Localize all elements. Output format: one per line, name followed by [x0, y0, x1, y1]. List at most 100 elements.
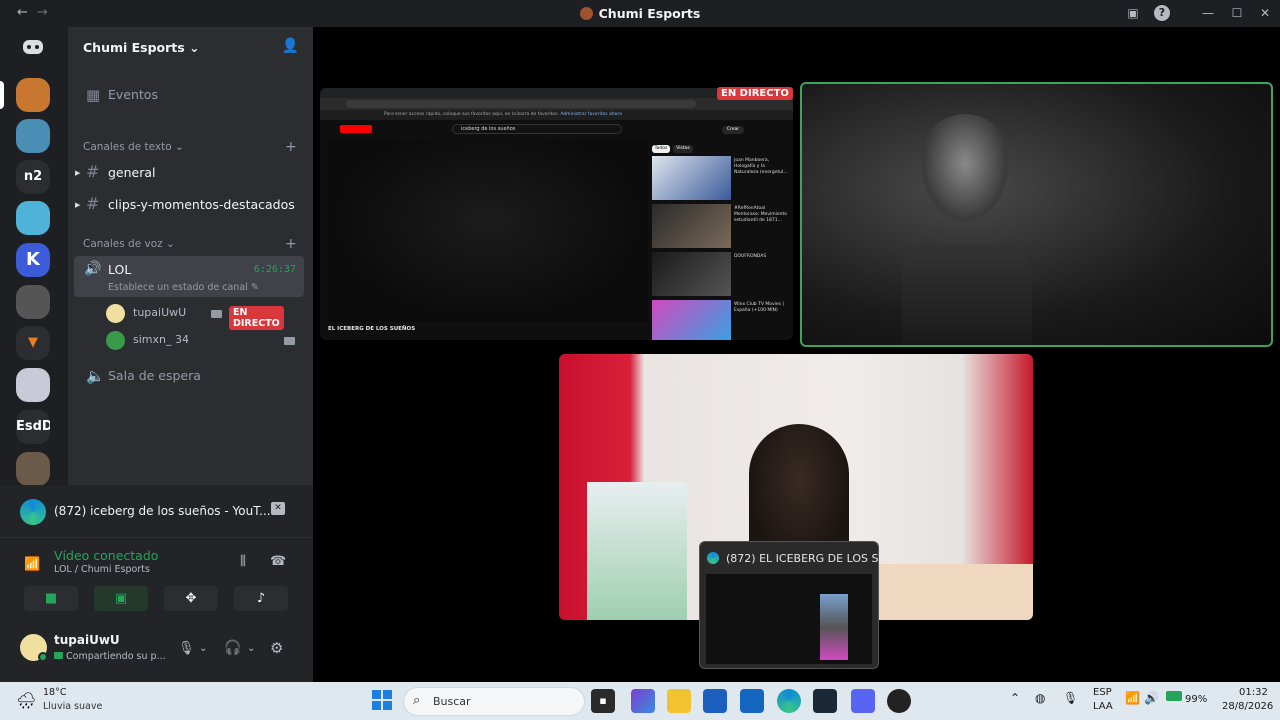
noise-suppression-icon[interactable]: ⫼: [240, 554, 246, 569]
camera-tile-speaking[interactable]: [800, 82, 1273, 347]
server-item[interactable]: K: [16, 243, 50, 277]
headphones-icon[interactable]: 🎧: [224, 640, 241, 656]
voice-channel-waiting[interactable]: 🔈 Sala de espera: [76, 362, 305, 390]
bed: [879, 564, 1033, 620]
maximize-button[interactable]: ☐: [1229, 5, 1245, 21]
edge-icon: [707, 552, 719, 564]
vpn-icon[interactable]: ◍: [1035, 691, 1045, 705]
chevron-down-icon: ⌄: [189, 40, 200, 55]
bottom-panels: (872) iceberg de los sueños - YouT... ✕ …: [0, 485, 313, 682]
microphone-icon[interactable]: 🎙: [1063, 691, 1078, 705]
server-item[interactable]: [16, 119, 50, 153]
video-title: EL ICEBERG DE LOS SUEÑOS: [328, 326, 416, 332]
taskbar-preview[interactable]: (872) EL ICEBERG DE LOS S...: [699, 541, 889, 669]
microphone-icon[interactable]: 🎙: [178, 641, 195, 656]
drawer-unit: [587, 482, 687, 620]
share-screen-button[interactable]: ▣: [94, 586, 148, 611]
hash-icon: #: [86, 162, 100, 181]
file-explorer-icon[interactable]: [667, 689, 691, 713]
create-button[interactable]: Crear: [722, 126, 744, 134]
person-body: [902, 244, 1032, 344]
activity-title: (872) iceberg de los sueños - YouT...: [54, 504, 271, 518]
voice-channel-lol[interactable]: 🔊 LOL 6:26:37 Establece un estado de can…: [74, 256, 304, 297]
clock-time[interactable]: 01:32: [1239, 687, 1268, 698]
user-status: Compartiendo su p...: [54, 651, 166, 662]
server-item[interactable]: EsdD: [16, 410, 50, 444]
channel-status[interactable]: Establece un estado de canal ✎: [108, 282, 259, 293]
copilot-icon[interactable]: [631, 689, 655, 713]
youtube-logo: [340, 125, 372, 133]
camera-button[interactable]: ■: [24, 586, 78, 611]
disconnect-icon[interactable]: ☎: [270, 554, 286, 569]
home-discord-icon[interactable]: [16, 30, 50, 64]
server-item[interactable]: [16, 452, 50, 486]
calendar-icon: ▦: [86, 86, 101, 104]
add-channel-icon[interactable]: +: [285, 236, 297, 252]
video-thumbnail[interactable]: [652, 156, 731, 200]
avatar: [106, 304, 125, 323]
chevron-down-icon[interactable]: ⌄: [247, 643, 255, 654]
edge-icon[interactable]: [777, 689, 801, 713]
username[interactable]: tupaiUwU: [54, 633, 120, 647]
server-chumi-esports[interactable]: [16, 78, 50, 112]
settings-gear-icon[interactable]: ⚙: [270, 639, 283, 657]
video-thumbnail[interactable]: [652, 252, 731, 296]
server-item[interactable]: [16, 285, 50, 319]
rtc-channel[interactable]: LOL / Chumi Esports: [54, 564, 150, 575]
weather-icon: 🌧: [16, 691, 37, 710]
filter-chip-viewed[interactable]: Vistos: [673, 145, 693, 153]
taskbar-search[interactable]: ⌕ Buscar: [403, 687, 585, 716]
volume-icon[interactable]: 🔊: [1144, 691, 1159, 705]
edge-icon: [20, 499, 46, 525]
inbox-icon[interactable]: ▣: [1125, 5, 1141, 21]
guild-header[interactable]: Chumi Esports ⌄ 👤: [68, 27, 313, 67]
start-button[interactable]: [370, 689, 394, 713]
server-item[interactable]: n2: [16, 160, 50, 194]
clock-date[interactable]: 28/8/2026: [1222, 701, 1273, 712]
events-item[interactable]: ▦ Eventos: [76, 81, 305, 109]
unread-indicator: ▶: [75, 201, 81, 209]
activities-button[interactable]: ✥: [164, 586, 218, 611]
wifi-icon[interactable]: 📶: [1125, 691, 1140, 705]
help-icon[interactable]: ?: [1154, 5, 1170, 21]
filter-chip-all[interactable]: Todos: [652, 145, 670, 153]
close-button[interactable]: ✕: [1257, 5, 1273, 21]
task-view-icon[interactable]: ▪: [591, 689, 615, 713]
server-item[interactable]: ▼: [16, 326, 50, 360]
selected-server-pill: [0, 81, 4, 109]
server-item[interactable]: [16, 368, 50, 402]
camera-icon: [211, 310, 222, 318]
channel-clips[interactable]: ▶ # clips-y-momentos-destacados: [75, 191, 305, 219]
outlook-icon[interactable]: [740, 689, 764, 713]
video-thumbnail[interactable]: [652, 300, 731, 340]
steam-icon[interactable]: [813, 689, 837, 713]
invite-people-icon[interactable]: 👤: [282, 38, 299, 54]
store-icon[interactable]: [703, 689, 727, 713]
rtc-status[interactable]: Vídeo conectado: [54, 548, 158, 563]
soundboard-button[interactable]: ♪: [234, 586, 288, 611]
video-player[interactable]: [328, 140, 648, 322]
youtube-search[interactable]: iceberg de los sueños: [452, 124, 622, 134]
minimize-button[interactable]: —: [1200, 5, 1216, 21]
preview-title: (872) EL ICEBERG DE LOS S...: [726, 552, 889, 565]
video-thumbnail[interactable]: [652, 204, 731, 248]
weather-desc[interactable]: Lluvia suave: [43, 701, 102, 712]
chevron-down-icon[interactable]: ⌄: [199, 643, 207, 654]
favorites-bar: Para tener acceso rápido, coloque sus fa…: [320, 110, 793, 120]
screen-share-tile[interactable]: Para tener acceso rápido, coloque sus fa…: [320, 88, 793, 340]
obs-icon[interactable]: [887, 689, 911, 713]
stop-stream-icon[interactable]: ✕: [271, 502, 285, 515]
add-channel-icon[interactable]: +: [285, 139, 297, 155]
battery-icon[interactable]: [1166, 691, 1182, 701]
voice-category[interactable]: Canales de voz ⌄ +: [83, 236, 297, 252]
channel-general[interactable]: ▶ # general: [75, 159, 305, 187]
title-bar: ← → Chumi Esports ▣ ? — ☐ ✕: [0, 0, 1280, 27]
chevron-up-icon[interactable]: ⌃: [1010, 691, 1020, 705]
server-item[interactable]: [16, 201, 50, 235]
search-icon: ⌕: [413, 693, 421, 708]
weather-temp[interactable]: 18°C: [43, 687, 66, 698]
voice-timer: 6:26:37: [253, 264, 296, 275]
text-category[interactable]: Canales de texto ⌄ +: [83, 139, 297, 155]
language-indicator[interactable]: ESP: [1093, 687, 1112, 698]
discord-icon[interactable]: [851, 689, 875, 713]
